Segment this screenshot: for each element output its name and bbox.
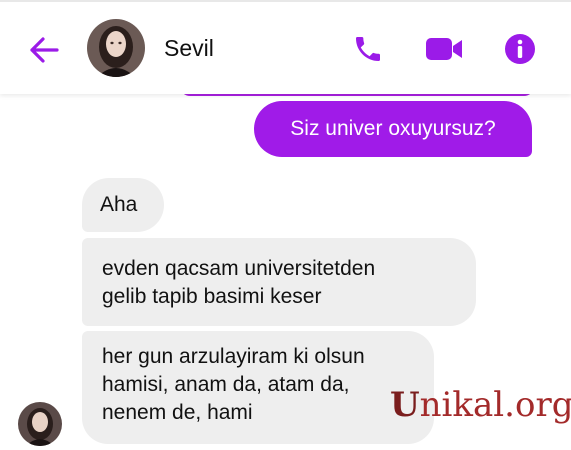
contact-avatar[interactable] xyxy=(87,19,145,77)
call-button[interactable] xyxy=(350,32,386,66)
contact-name[interactable]: Sevil xyxy=(164,35,214,62)
received-message[interactable]: Aha xyxy=(82,178,164,232)
back-button[interactable] xyxy=(26,32,62,68)
chat-header: Sevil xyxy=(0,0,571,94)
watermark-initial: U xyxy=(390,385,420,425)
video-camera-icon xyxy=(426,38,462,60)
received-message[interactable]: her gun arzulayiram ki olsun hamisi, ana… xyxy=(82,331,434,444)
info-button[interactable] xyxy=(503,32,537,66)
watermark-logo: Unikal.org xyxy=(390,385,571,435)
video-call-button[interactable] xyxy=(423,32,465,66)
received-message[interactable]: evden qacsam universitetden gelib tapib … xyxy=(82,238,476,326)
sent-message[interactable]: Siz univer oxuyursuz? xyxy=(254,101,532,157)
contact-avatar-small[interactable] xyxy=(18,402,62,446)
info-icon xyxy=(505,34,535,64)
arrow-left-icon xyxy=(30,37,59,63)
watermark-text: nikal.org xyxy=(419,385,571,425)
phone-icon xyxy=(356,37,380,61)
